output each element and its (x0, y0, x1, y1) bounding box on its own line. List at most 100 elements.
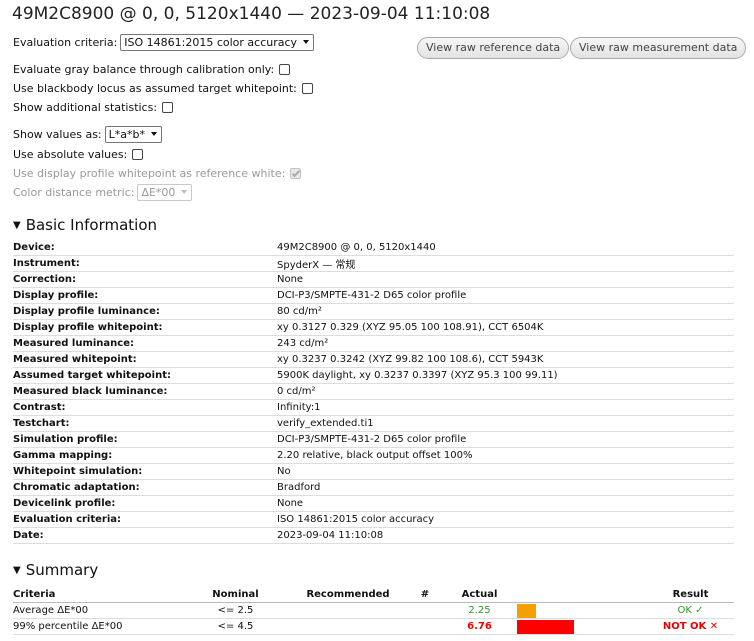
info-row: Measured whitepoint: xy 0.3237 0.3242 (XY… (13, 351, 734, 368)
additional-stats-label: Show additional statistics: (13, 101, 158, 114)
info-value: 80 cd/m² (277, 303, 734, 320)
info-row: Display profile: DCI-P3/SMPTE-431-2 D65 c… (13, 287, 734, 304)
color-distance-label: Color distance metric: (13, 186, 135, 199)
summary-number (408, 602, 442, 619)
gray-balance-label: Evaluate gray balance through calibratio… (13, 63, 275, 76)
info-key: Instrument: (13, 255, 277, 272)
header-bar (517, 586, 647, 603)
basic-info-table: Device: 49M2C8900 @ 0, 0, 5120x1440 Instru… (13, 240, 734, 544)
basic-info-title: Basic Information (25, 216, 158, 234)
info-value: None (277, 271, 734, 288)
summary-result: OK ✓ (647, 602, 734, 619)
basic-info-heading[interactable]: ▼ Basic Information (13, 216, 157, 234)
info-key: Measured whitepoint: (13, 351, 277, 368)
info-value: DCI-P3/SMPTE-431-2 D65 color profile (277, 287, 734, 304)
info-key: Correction: (13, 271, 277, 288)
info-row: Display profile whitepoint: xy 0.3127 0.3… (13, 319, 734, 336)
summary-nominal: <= 2.5 (183, 602, 288, 619)
info-row: Whitepoint simulation: No (13, 463, 734, 480)
info-row: Simulation profile: DCI-P3/SMPTE-431-2 D6… (13, 431, 734, 448)
info-value: Bradford (277, 479, 734, 496)
info-row: Correction: None (13, 271, 734, 288)
info-row: Gamma mapping: 2.20 relative, black outpu… (13, 447, 734, 464)
summary-bar-cell (517, 602, 647, 619)
absolute-values-row: Use absolute values: (13, 148, 144, 161)
info-key: Evaluation criteria: (13, 511, 277, 528)
blackbody-row: Use blackbody locus as assumed target wh… (13, 82, 313, 95)
summary-row: Average ΔE*00 <= 2.5 2.25 OK ✓ (13, 602, 734, 619)
info-value: ISO 14861:2015 color accuracy (277, 511, 734, 528)
header-recommended: Recommended (288, 586, 408, 603)
info-value: 2.20 relative, black output offset 100% (277, 447, 734, 464)
info-value: 49M2C8900 @ 0, 0, 5120x1440 (277, 240, 734, 256)
info-value: xy 0.3237 0.3242 (XYZ 99.82 100 108.6), … (277, 351, 734, 368)
view-raw-reference-button[interactable]: View raw reference data (417, 37, 570, 59)
info-row: Date: 2023-09-04 11:10:08 (13, 527, 734, 544)
summary-row: 99% percentile ΔE*00 <= 4.5 6.76 NOT OK ✕ (13, 618, 734, 635)
evaluation-criteria-select[interactable]: ISO 14861:2015 color accuracy (120, 34, 315, 51)
view-raw-measurement-button[interactable]: View raw measurement data (570, 37, 747, 59)
header-actual: Actual (442, 586, 517, 603)
header-number: # (408, 586, 442, 603)
display-profile-wp-row: Use display profile whitepoint as refere… (13, 167, 302, 180)
info-row: Measured luminance: 243 cd/m² (13, 335, 734, 352)
summary-bar-cell (517, 618, 647, 635)
collapse-triangle-icon: ▼ (13, 219, 21, 231)
info-key: Whitepoint simulation: (13, 463, 277, 480)
summary-recommended (288, 618, 408, 635)
info-row: Contrast: Infinity:1 (13, 399, 734, 416)
blackbody-checkbox[interactable] (301, 83, 313, 94)
info-key: Testchart: (13, 415, 277, 432)
info-value: 0 cd/m² (277, 383, 734, 400)
info-row: Devicelink profile: None (13, 495, 734, 512)
info-row: Display profile luminance: 80 cd/m² (13, 303, 734, 320)
summary-criteria: 99% percentile ΔE*00 (13, 618, 183, 635)
additional-stats-row: Show additional statistics: (13, 101, 174, 114)
summary-header-row: Criteria Nominal Recommended # Actual Re… (13, 586, 734, 603)
info-key: Device: (13, 240, 277, 256)
header-criteria: Criteria (13, 586, 183, 603)
deviation-bar (517, 619, 574, 634)
info-value: None (277, 495, 734, 512)
summary-heading[interactable]: ▼ Summary (13, 561, 98, 579)
display-profile-wp-checkbox (290, 168, 302, 179)
gray-balance-row: Evaluate gray balance through calibratio… (13, 63, 291, 76)
info-value: DCI-P3/SMPTE-431-2 D65 color profile (277, 431, 734, 448)
info-key: Display profile: (13, 287, 277, 304)
info-value: xy 0.3127 0.329 (XYZ 95.05 100 108.91), … (277, 319, 734, 336)
summary-result: NOT OK ✕ (647, 618, 734, 635)
evaluation-criteria-label: Evaluation criteria: (13, 36, 118, 49)
info-key: Contrast: (13, 399, 277, 416)
show-values-row: Show values as: L*a*b* (13, 126, 162, 143)
show-values-label: Show values as: (13, 128, 102, 141)
display-profile-wp-label: Use display profile whitepoint as refere… (13, 167, 286, 180)
summary-number (408, 618, 442, 635)
absolute-values-label: Use absolute values: (13, 148, 128, 161)
info-key: Display profile whitepoint: (13, 319, 277, 336)
info-key: Devicelink profile: (13, 495, 277, 512)
show-values-select[interactable]: L*a*b* (104, 126, 162, 143)
info-row: Chromatic adaptation: Bradford (13, 479, 734, 496)
info-key: Display profile luminance: (13, 303, 277, 320)
info-row: Measured black luminance: 0 cd/m² (13, 383, 734, 400)
gray-balance-checkbox[interactable] (279, 64, 291, 75)
page-title: 49M2C8900 @ 0, 0, 5120x1440 — 2023-09-04… (12, 4, 491, 24)
evaluation-criteria-row: Evaluation criteria: ISO 14861:2015 colo… (13, 34, 315, 51)
info-row: Device: 49M2C8900 @ 0, 0, 5120x1440 (13, 240, 734, 256)
info-row: Assumed target whitepoint: 5900K daylight… (13, 367, 734, 384)
info-value: 5900K daylight, xy 0.3237 0.3397 (XYZ 95… (277, 367, 734, 384)
additional-stats-checkbox[interactable] (162, 102, 174, 113)
info-row: Instrument: SpyderX — 常规 (13, 255, 734, 272)
info-key: Assumed target whitepoint: (13, 367, 277, 384)
absolute-values-checkbox[interactable] (132, 149, 144, 160)
deviation-bar (517, 603, 536, 618)
info-value: No (277, 463, 734, 480)
info-value: verify_extended.ti1 (277, 415, 734, 432)
info-row: Testchart: verify_extended.ti1 (13, 415, 734, 432)
color-distance-row: Color distance metric: ΔE*00 (13, 184, 193, 201)
info-key: Gamma mapping: (13, 447, 277, 464)
header-nominal: Nominal (183, 586, 288, 603)
summary-nominal: <= 4.5 (183, 618, 288, 635)
summary-title: Summary (25, 561, 99, 579)
info-key: Simulation profile: (13, 431, 277, 448)
